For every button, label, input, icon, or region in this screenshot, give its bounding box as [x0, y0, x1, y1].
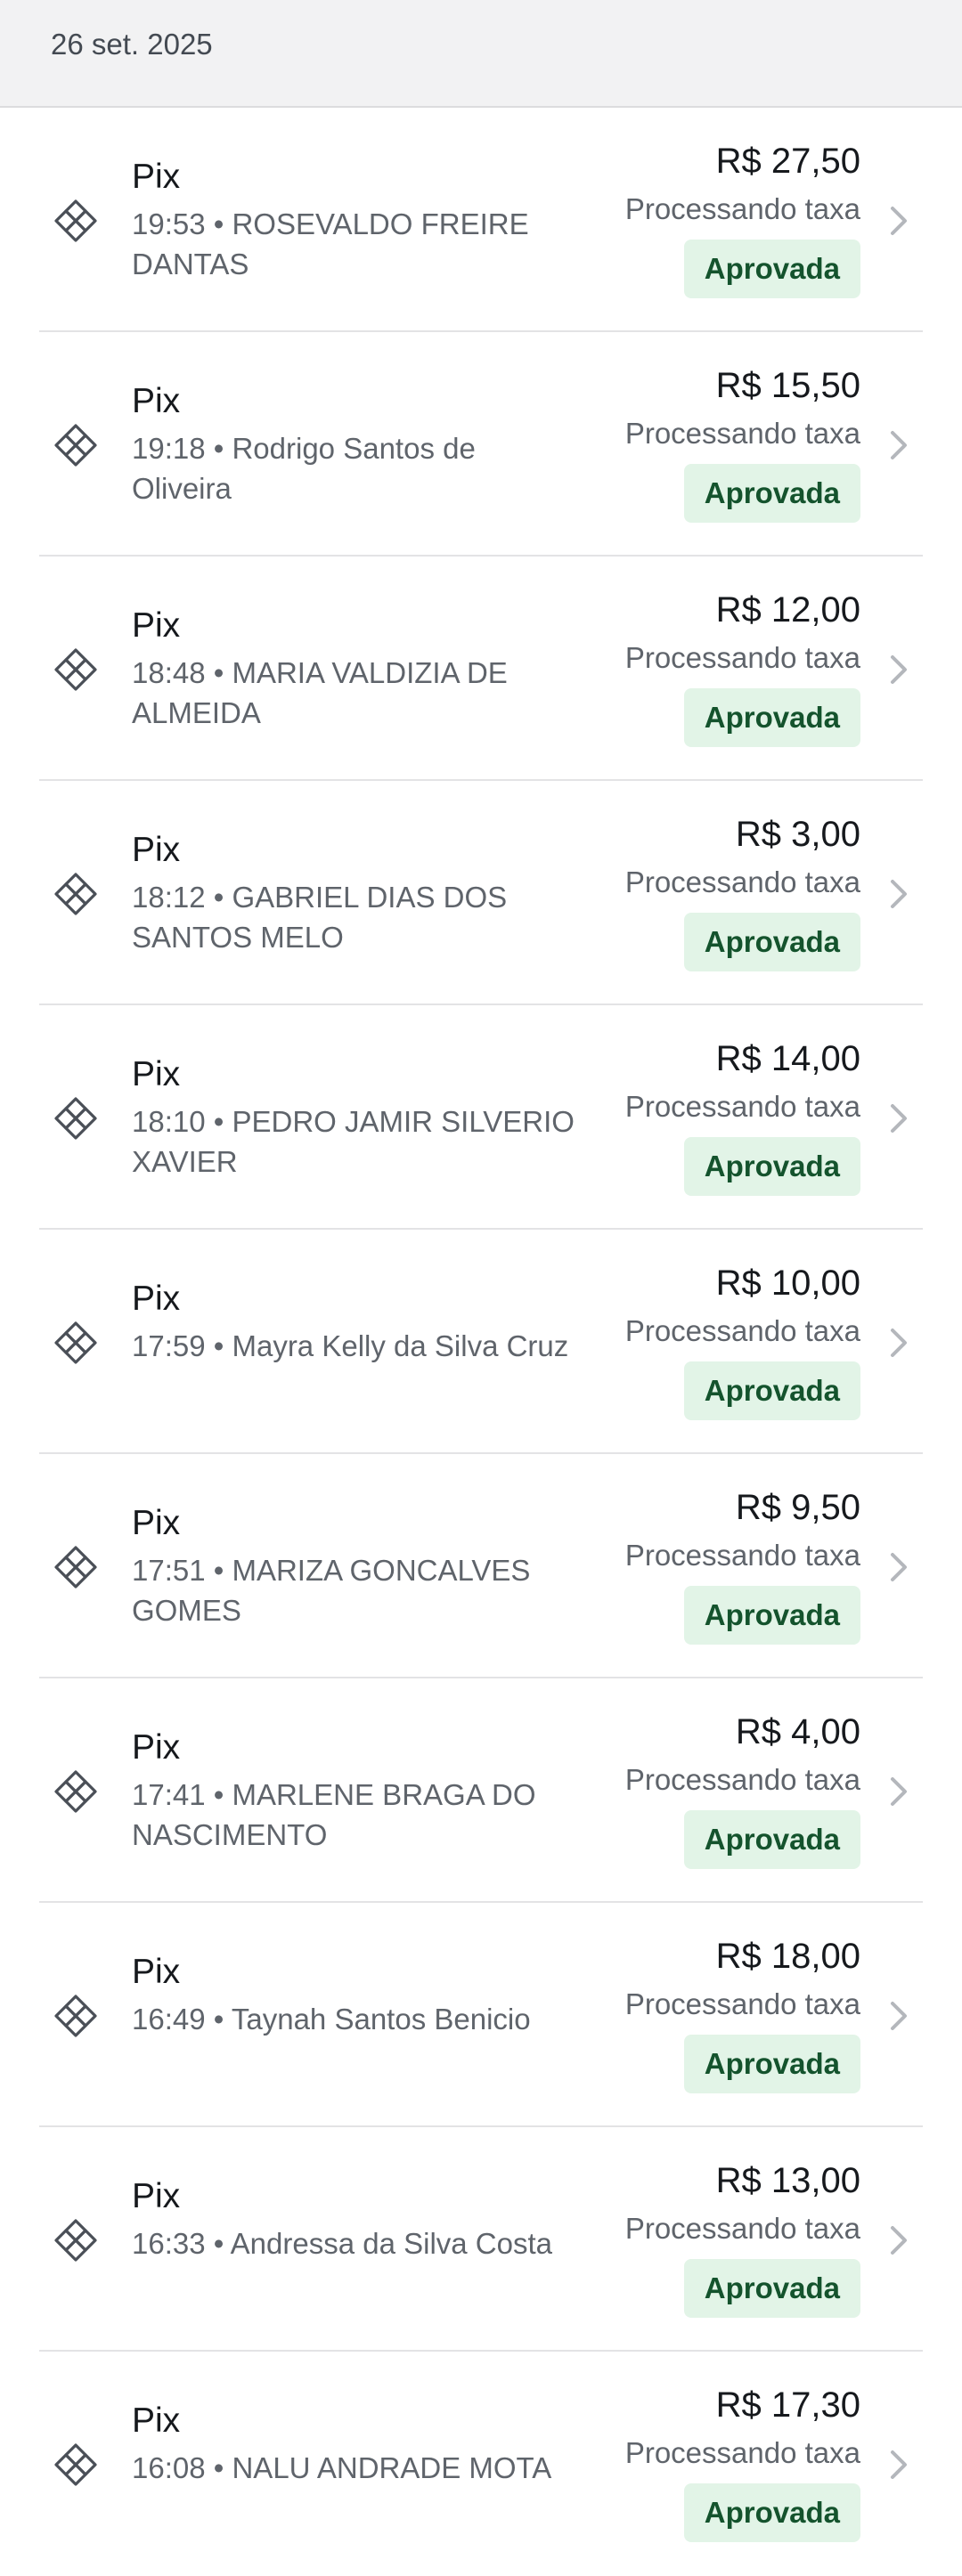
transaction-time-payer: 17:41 • MARLENE BRAGA DO NASCIMENTO [132, 1778, 536, 1851]
transaction-type: Pix [132, 2401, 181, 2440]
transaction-type: Pix [132, 1953, 181, 1991]
chevron-right-icon [891, 2450, 907, 2479]
transaction-type: Pix [132, 2177, 181, 2215]
transaction-time-payer: 19:53 • ROSEVALDO FREIRE DANTAS [132, 207, 529, 280]
transaction-amount: R$ 18,00 [715, 1937, 860, 1976]
transaction-type: Pix [132, 158, 181, 196]
transaction-time-payer: 19:18 • Rodrigo Santos de Oliveira [132, 432, 476, 505]
transaction-time-payer: 18:10 • PEDRO JAMIR SILVERIO XAVIER [132, 1105, 575, 1178]
transaction-row[interactable]: Pix 17:41 • MARLENE BRAGA DO NASCIMENTO … [0, 1678, 962, 1903]
transaction-list: Pix 19:53 • ROSEVALDO FREIRE DANTAS R$ 2… [0, 108, 962, 2576]
transaction-row[interactable]: Pix 17:59 • Mayra Kelly da Silva Cruz R$… [0, 1230, 962, 1454]
transaction-time-payer: 16:08 • NALU ANDRADE MOTA [132, 2451, 552, 2484]
transaction-type: Pix [132, 1728, 181, 1767]
chevron-right-icon [891, 1329, 907, 1357]
pix-icon [54, 1321, 97, 1364]
transaction-time-payer: 17:51 • MARIZA GONCALVES GOMES [132, 1554, 531, 1627]
fee-status: Processando taxa [624, 1987, 860, 2020]
transaction-time-payer: 16:33 • Andressa da Silva Costa [132, 2227, 553, 2260]
transaction-amount: R$ 3,00 [735, 815, 860, 854]
status-badge: Aprovada [683, 464, 860, 523]
chevron-right-icon [891, 207, 907, 235]
transaction-type: Pix [132, 1055, 181, 1093]
fee-status: Processando taxa [624, 1314, 860, 1347]
fee-status: Processando taxa [624, 641, 860, 674]
transaction-row[interactable]: Pix 18:48 • MARIA VALDIZIA DE ALMEIDA R$… [0, 557, 962, 781]
fee-status: Processando taxa [624, 1539, 860, 1572]
pix-icon [54, 1546, 97, 1589]
status-badge: Aprovada [683, 2259, 860, 2318]
transaction-type: Pix [132, 382, 181, 420]
pix-icon [54, 199, 97, 242]
transaction-row[interactable]: Pix 18:12 • GABRIEL DIAS DOS SANTOS MELO… [0, 781, 962, 1005]
fee-status: Processando taxa [624, 1763, 860, 1796]
transaction-row[interactable]: Pix 17:51 • MARIZA GONCALVES GOMES R$ 9,… [0, 1454, 962, 1678]
fee-status: Processando taxa [624, 2212, 860, 2245]
chevron-right-icon [891, 2226, 907, 2255]
transaction-amount: R$ 13,00 [715, 2161, 860, 2200]
pix-icon [54, 873, 97, 915]
pix-icon [54, 1770, 97, 1813]
transaction-time-payer: 17:59 • Mayra Kelly da Silva Cruz [132, 1329, 569, 1362]
transaction-row[interactable]: Pix 19:18 • Rodrigo Santos de Oliveira R… [0, 332, 962, 557]
status-badge: Aprovada [683, 1586, 860, 1645]
chevron-right-icon [891, 2002, 907, 2030]
transaction-type: Pix [132, 831, 181, 869]
transaction-row[interactable]: Pix 18:10 • PEDRO JAMIR SILVERIO XAVIER … [0, 1005, 962, 1230]
transaction-amount: R$ 12,00 [715, 590, 860, 630]
status-badge: Aprovada [683, 913, 860, 971]
transaction-amount: R$ 14,00 [715, 1039, 860, 1078]
chevron-right-icon [891, 655, 907, 684]
transaction-amount: R$ 10,00 [715, 1264, 860, 1303]
fee-status: Processando taxa [624, 192, 860, 225]
transaction-row[interactable]: Pix 16:33 • Andressa da Silva Costa R$ 1… [0, 2127, 962, 2352]
transaction-time-payer: 18:48 • MARIA VALDIZIA DE ALMEIDA [132, 656, 508, 729]
status-badge: Aprovada [683, 1137, 860, 1196]
transaction-type: Pix [132, 606, 181, 645]
chevron-right-icon [891, 431, 907, 459]
chevron-right-icon [891, 880, 907, 908]
pix-icon [54, 1097, 97, 1140]
fee-status: Processando taxa [624, 2436, 860, 2469]
transaction-type: Pix [132, 1280, 181, 1318]
transaction-row[interactable]: Pix 19:53 • ROSEVALDO FREIRE DANTAS R$ 2… [0, 108, 962, 332]
status-badge: Aprovada [683, 1361, 860, 1420]
pix-icon [54, 2219, 97, 2262]
pix-icon [54, 1995, 97, 2037]
transaction-time-payer: 18:12 • GABRIEL DIAS DOS SANTOS MELO [132, 881, 508, 954]
pix-icon [54, 424, 97, 467]
transaction-time-payer: 16:49 • Taynah Santos Benicio [132, 2003, 531, 2036]
pix-icon [54, 648, 97, 691]
transaction-row[interactable]: Pix 16:49 • Taynah Santos Benicio R$ 18,… [0, 1903, 962, 2127]
transaction-row[interactable]: Pix 16:08 • NALU ANDRADE MOTA R$ 17,30 P… [0, 2352, 962, 2576]
transaction-amount: R$ 27,50 [715, 142, 860, 181]
status-badge: Aprovada [683, 2483, 860, 2542]
chevron-right-icon [891, 1777, 907, 1806]
status-badge: Aprovada [683, 2035, 860, 2093]
transaction-type: Pix [132, 1504, 181, 1542]
date-label: 26 set. 2025 [51, 28, 213, 61]
transaction-amount: R$ 9,50 [735, 1488, 860, 1527]
status-badge: Aprovada [683, 240, 860, 298]
chevron-right-icon [891, 1104, 907, 1133]
transaction-amount: R$ 4,00 [735, 1712, 860, 1751]
fee-status: Processando taxa [624, 865, 860, 898]
date-section-header: 26 set. 2025 [0, 0, 962, 108]
status-badge: Aprovada [683, 688, 860, 747]
chevron-right-icon [891, 1553, 907, 1581]
transaction-amount: R$ 17,30 [715, 2385, 860, 2425]
pix-icon [54, 2443, 97, 2486]
status-badge: Aprovada [683, 1810, 860, 1869]
fee-status: Processando taxa [624, 417, 860, 450]
fee-status: Processando taxa [624, 1090, 860, 1123]
transaction-amount: R$ 15,50 [715, 366, 860, 405]
